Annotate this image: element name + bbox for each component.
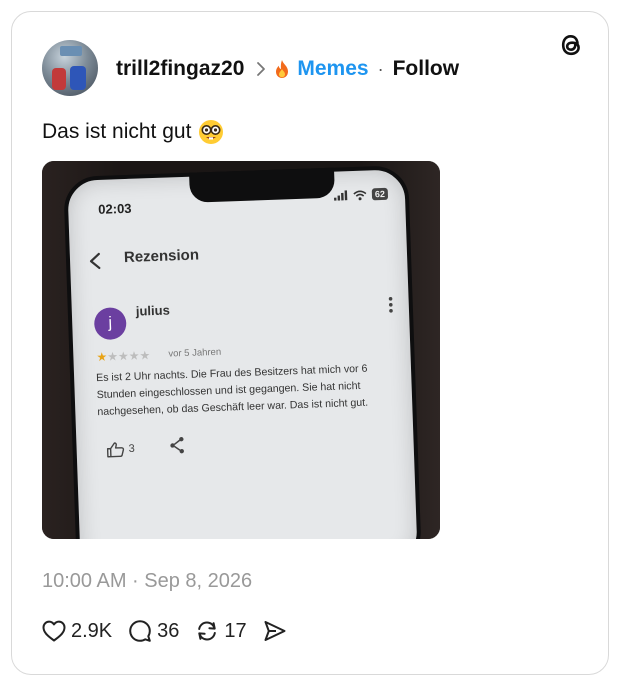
share-button[interactable] [263,620,287,642]
community-link[interactable]: Memes [297,57,368,81]
comment-icon [129,620,151,642]
post-header: trill2fingaz20 Memes · Follow [116,56,459,82]
avatar[interactable] [42,40,98,96]
review-text: Es ist 2 Uhr nachts. Die Frau des Besitz… [95,362,369,419]
phone-screen: 02:03 62 Rezension j julius ★★★★★ vor 5 … [63,165,422,539]
phone-time: 02:03 [98,200,132,217]
post-timestamp: 10:00 AM · Sep 8, 2026 [42,570,253,592]
battery-level: 62 [371,187,389,201]
share-icon [264,621,286,641]
reviewer-avatar: j [93,307,127,341]
repost-count: 17 [224,619,247,642]
follow-button[interactable]: Follow [393,57,460,81]
thumbs-up-icon [106,442,125,458]
comment-count: 36 [157,619,180,642]
helpful-count: 3 [106,441,135,458]
share-network-icon [170,436,184,454]
rating-stars: ★★★★★ [96,348,151,365]
back-arrow-icon [89,252,101,270]
username-link[interactable]: trill2fingaz20 [116,57,244,81]
phone-status-bar: 62 [334,187,389,202]
reviewer-initial: j [108,314,113,332]
post-photo[interactable]: 02:03 62 Rezension j julius ★★★★★ vor 5 … [42,161,440,539]
repost-button[interactable]: 17 [195,619,247,643]
repost-icon [198,621,217,641]
chevron-right-icon [256,61,266,77]
action-bar: 2.9K 36 17 [42,617,303,645]
signal-icon [334,190,348,201]
reviewer-name: julius [135,302,171,319]
comment-button[interactable]: 36 [128,619,179,643]
wifi-icon [353,189,367,200]
review-age: vor 5 Jahren [168,346,222,360]
nerd-face-icon [198,119,224,145]
threads-logo-icon[interactable] [557,30,585,60]
more-options-icon [388,296,393,313]
fire-icon [274,59,290,79]
screen-title: Rezension [123,246,200,267]
heart-icon [42,620,66,642]
like-count: 2.9K [71,619,113,642]
post-caption: Das ist nicht gut [42,119,224,145]
like-button[interactable]: 2.9K [42,620,112,643]
helpful-count-value: 3 [128,442,135,456]
caption-text: Das ist nicht gut [42,120,192,143]
separator-dot: · [377,58,384,79]
